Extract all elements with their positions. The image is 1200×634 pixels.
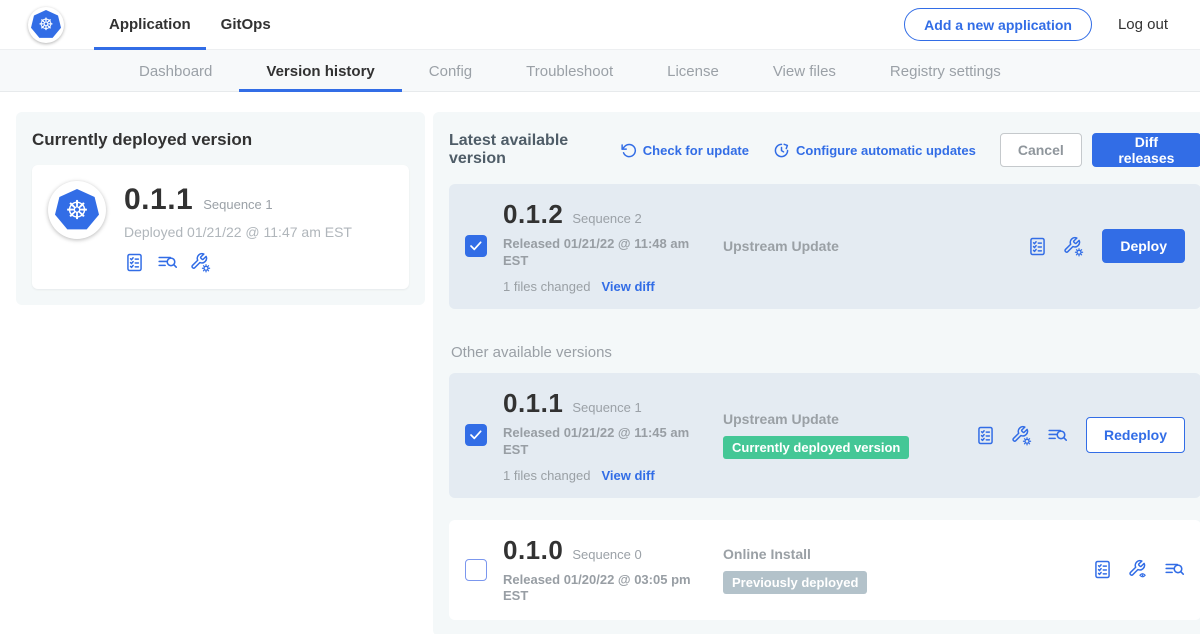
currently-deployed-badge: Currently deployed version: [723, 436, 909, 459]
app-sub-nav: Dashboard Version history Config Trouble…: [0, 50, 1200, 92]
version-checkbox[interactable]: [465, 559, 487, 581]
released-timestamp: Released 01/21/22 @ 11:45 am EST: [503, 425, 695, 459]
version-actions: Deploy: [1027, 229, 1185, 263]
other-versions-title: Other available versions: [451, 344, 1199, 361]
deployed-card-title: Currently deployed version: [32, 130, 409, 150]
source-label: Online Install: [723, 546, 975, 562]
files-changed-label: 1 files changed: [503, 279, 590, 294]
tab-gitops[interactable]: GitOps: [206, 0, 286, 50]
clock-refresh-icon: [773, 142, 790, 159]
released-timestamp: Released 01/20/22 @ 03:05 pm EST: [503, 572, 695, 606]
source-label: Upstream Update: [723, 238, 975, 254]
deployed-sequence-label: Sequence 1: [203, 197, 272, 212]
preflight-checks-icon[interactable]: [124, 252, 145, 273]
version-row: 0.1.0 Sequence 0 Released 01/20/22 @ 03:…: [449, 520, 1200, 621]
version-info: 0.1.2 Sequence 2 Released 01/21/22 @ 11:…: [503, 199, 717, 294]
version-checkbox[interactable]: [465, 235, 487, 257]
source-label: Upstream Update: [723, 411, 975, 427]
currently-deployed-card: Currently deployed version ☸ 0.1.1 Seque…: [16, 112, 425, 305]
preflight-checks-icon[interactable]: [1027, 236, 1048, 257]
version-info: 0.1.0 Sequence 0 Released 01/20/22 @ 03:…: [503, 535, 717, 606]
kubernetes-wheel-icon: ☸: [55, 189, 99, 231]
check-for-update-label: Check for update: [643, 143, 749, 158]
tab-view-files[interactable]: View files: [746, 50, 863, 92]
previously-deployed-badge: Previously deployed: [723, 571, 867, 594]
tab-license[interactable]: License: [640, 50, 746, 92]
version-row: 0.1.2 Sequence 2 Released 01/21/22 @ 11:…: [449, 184, 1200, 309]
add-application-button[interactable]: Add a new application: [904, 8, 1092, 41]
version-source: Upstream Update: [723, 238, 975, 254]
version-number: 0.1.0: [503, 535, 563, 566]
tab-version-history[interactable]: Version history: [239, 50, 401, 92]
latest-available-title: Latest available version: [449, 132, 608, 168]
check-icon: [468, 427, 484, 443]
deployed-version-info: 0.1.1 Sequence 1 Deployed 01/21/22 @ 11:…: [124, 181, 352, 273]
tab-registry-settings[interactable]: Registry settings: [863, 50, 1028, 92]
top-nav: ☸ Application GitOps Add a new applicati…: [0, 0, 1200, 50]
app-icon: ☸: [48, 181, 106, 239]
released-timestamp: Released 01/21/22 @ 11:48 am EST: [503, 236, 695, 270]
redeploy-button[interactable]: Redeploy: [1086, 417, 1185, 453]
file-search-icon[interactable]: [157, 252, 178, 273]
tab-dashboard[interactable]: Dashboard: [112, 50, 239, 92]
configure-updates-label: Configure automatic updates: [796, 143, 976, 158]
deployed-timestamp: Deployed 01/21/22 @ 11:47 am EST: [124, 224, 352, 240]
sequence-label: Sequence 0: [572, 547, 641, 562]
wrench-gear-icon[interactable]: [1011, 425, 1032, 446]
version-number: 0.1.2: [503, 199, 563, 230]
sequence-label: Sequence 2: [572, 211, 641, 226]
diff-releases-button[interactable]: Diff releases: [1092, 133, 1200, 167]
logout-link[interactable]: Log out: [1112, 16, 1174, 33]
app-logo[interactable]: ☸: [28, 7, 64, 43]
preflight-checks-icon[interactable]: [1092, 559, 1113, 580]
version-checkbox[interactable]: [465, 424, 487, 446]
tab-troubleshoot[interactable]: Troubleshoot: [499, 50, 640, 92]
tab-application[interactable]: Application: [94, 0, 206, 50]
version-actions: [1092, 559, 1185, 580]
version-source: Online Install Previously deployed: [723, 546, 975, 594]
tab-config[interactable]: Config: [402, 50, 499, 92]
preflight-checks-icon[interactable]: [975, 425, 996, 446]
cancel-button[interactable]: Cancel: [1000, 133, 1082, 167]
deployed-version-card: ☸ 0.1.1 Sequence 1 Deployed 01/21/22 @ 1…: [32, 165, 409, 289]
deployed-actions: [124, 252, 352, 273]
sequence-label: Sequence 1: [572, 400, 641, 415]
wrench-gear-icon[interactable]: [1063, 236, 1084, 257]
version-number: 0.1.1: [503, 388, 563, 419]
version-row: 0.1.1 Sequence 1 Released 01/21/22 @ 11:…: [449, 373, 1200, 498]
view-diff-link[interactable]: View diff: [601, 468, 654, 483]
deployed-version-number: 0.1.1: [124, 183, 193, 217]
refresh-icon: [620, 142, 637, 159]
main-content: Currently deployed version ☸ 0.1.1 Seque…: [0, 92, 1200, 634]
check-for-update-link[interactable]: Check for update: [620, 142, 749, 159]
configure-automatic-updates-link[interactable]: Configure automatic updates: [773, 142, 976, 159]
available-versions-panel: Latest available version Check for updat…: [433, 112, 1200, 634]
version-source: Upstream Update Currently deployed versi…: [723, 411, 975, 459]
kubernetes-wheel-icon: ☸: [31, 10, 61, 39]
deploy-button[interactable]: Deploy: [1102, 229, 1185, 263]
version-info: 0.1.1 Sequence 1 Released 01/21/22 @ 11:…: [503, 388, 717, 483]
file-search-icon[interactable]: [1047, 425, 1068, 446]
row-spacer: [449, 498, 1200, 520]
wrench-eye-icon[interactable]: [1128, 559, 1149, 580]
version-actions: Redeploy: [975, 417, 1185, 453]
file-search-icon[interactable]: [1164, 559, 1185, 580]
panel-header: Latest available version Check for updat…: [449, 132, 1200, 168]
check-icon: [468, 238, 484, 254]
files-changed-label: 1 files changed: [503, 468, 590, 483]
view-diff-link[interactable]: View diff: [601, 279, 654, 294]
wrench-gear-icon[interactable]: [190, 252, 211, 273]
